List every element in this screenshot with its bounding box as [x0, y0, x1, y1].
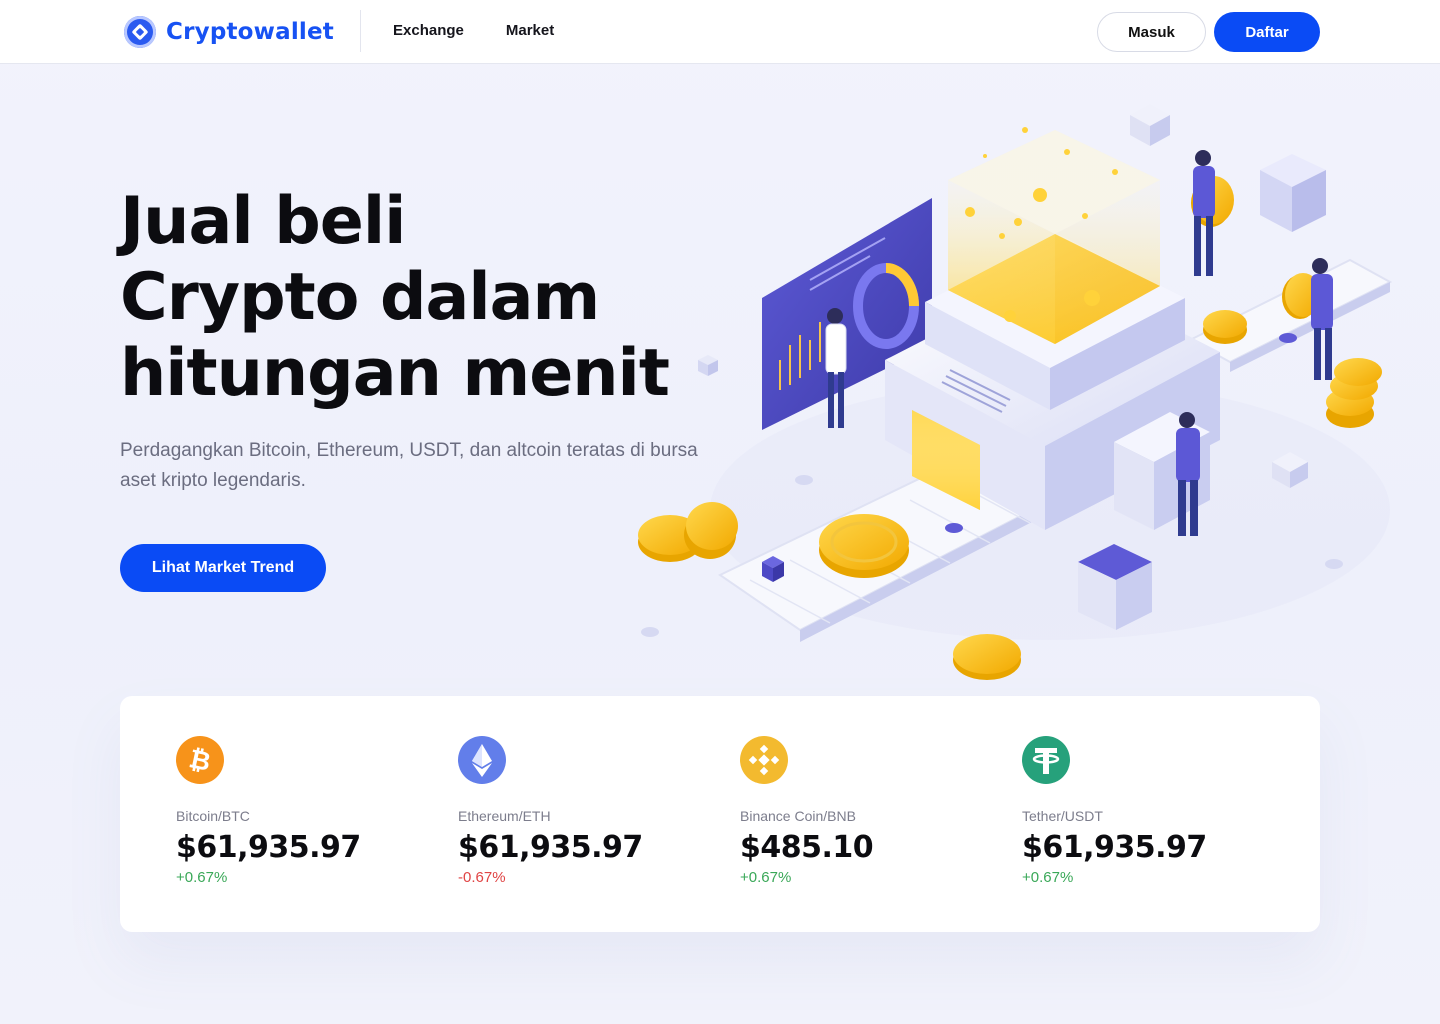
- binance-coin-icon: [740, 736, 788, 784]
- brand[interactable]: Cryptowallet: [124, 16, 334, 48]
- ticker-item-btc[interactable]: ₿ Bitcoin/BTC $61,935.97 +0.67%: [176, 736, 436, 886]
- coin-change: +0.67%: [176, 869, 228, 886]
- coin-pair: Bitcoin/BTC: [176, 808, 250, 824]
- market-trend-button[interactable]: Lihat Market Trend: [120, 544, 326, 592]
- coin-change: +0.67%: [740, 869, 792, 886]
- brand-name: Cryptowallet: [166, 19, 335, 45]
- brand-logo-icon: [124, 16, 156, 48]
- nav-divider: [360, 10, 361, 52]
- ticker-item-usdt[interactable]: Tether/USDT $61,935.97 +0.67%: [1022, 736, 1282, 886]
- coin-pair: Binance Coin/BNB: [740, 808, 856, 824]
- coin-price: $61,935.97: [176, 830, 361, 865]
- bitcoin-icon: ₿: [176, 736, 224, 784]
- nav-links: Exchange Market: [393, 22, 554, 39]
- market-ticker-card: ₿ Bitcoin/BTC $61,935.97 +0.67% Ethereum…: [120, 696, 1320, 932]
- tether-icon: [1022, 736, 1070, 784]
- coin-price: $485.10: [740, 830, 874, 865]
- svg-text:₿: ₿: [186, 744, 213, 778]
- coin-pair: Tether/USDT: [1022, 808, 1103, 824]
- coin-change: +0.67%: [1022, 869, 1074, 886]
- navbar: Cryptowallet Exchange Market Masuk Dafta…: [0, 0, 1440, 64]
- coin-change: -0.67%: [458, 869, 506, 886]
- nav-link-exchange[interactable]: Exchange: [393, 22, 464, 39]
- page: Cryptowallet Exchange Market Masuk Dafta…: [0, 0, 1440, 1024]
- coin-price: $61,935.97: [1022, 830, 1207, 865]
- hero-illustration: [630, 90, 1420, 690]
- ticker-item-bnb[interactable]: Binance Coin/BNB $485.10 +0.67%: [740, 736, 1000, 886]
- login-button[interactable]: Masuk: [1097, 12, 1206, 52]
- nav-link-market[interactable]: Market: [506, 22, 554, 39]
- coin-price: $61,935.97: [458, 830, 643, 865]
- ticker-item-eth[interactable]: Ethereum/ETH $61,935.97 -0.67%: [458, 736, 718, 886]
- ethereum-icon: [458, 736, 506, 784]
- register-button[interactable]: Daftar: [1214, 12, 1320, 52]
- isometric-crypto-illustration: [638, 104, 1393, 680]
- coin-pair: Ethereum/ETH: [458, 808, 551, 824]
